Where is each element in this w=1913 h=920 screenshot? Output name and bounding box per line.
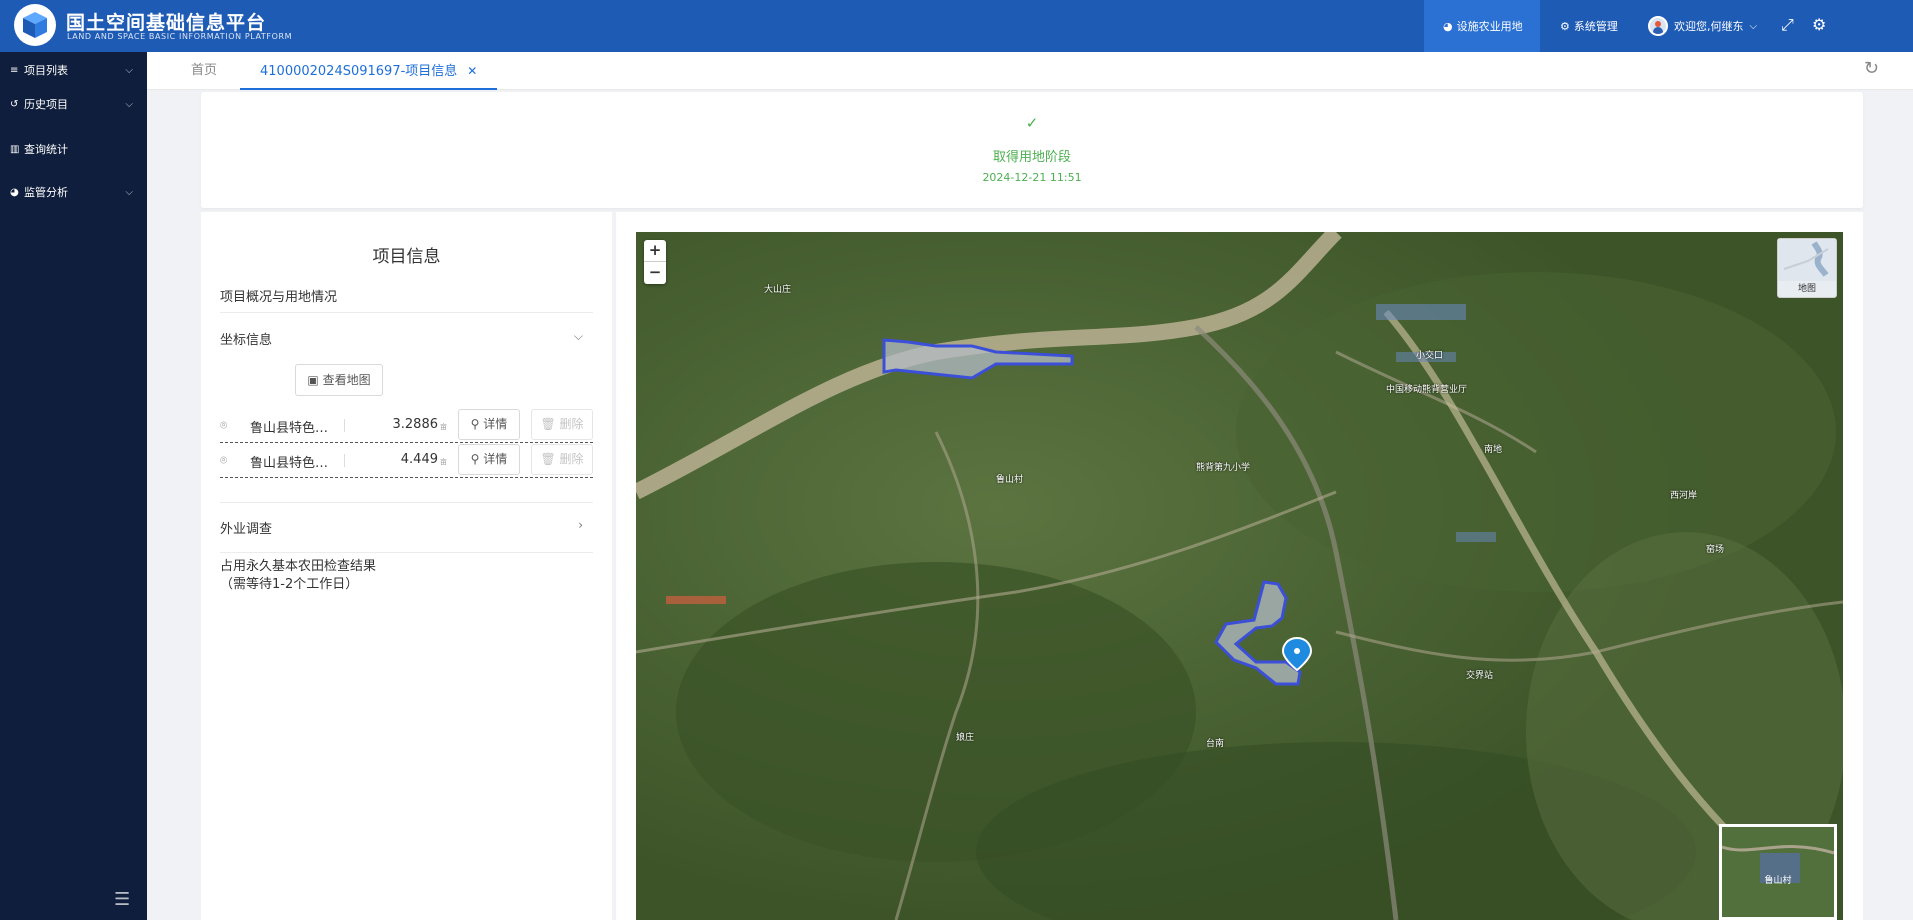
panel-title: 项目信息 <box>372 247 441 267</box>
trash-icon: 🗑 <box>540 452 556 466</box>
map-place-label: 西河岸 <box>1670 491 1698 501</box>
list-icon: ≡ <box>10 64 19 76</box>
bar-chart-icon: ▥ <box>10 143 20 155</box>
divider <box>344 419 345 432</box>
search-icon: ⚲ <box>470 452 480 466</box>
map-place-label: 窑场 <box>1706 545 1725 555</box>
basemap-switcher[interactable]: 地图 <box>1777 238 1837 298</box>
map-place-label: 小交口 <box>1416 351 1444 361</box>
area-unit: 亩 <box>440 423 447 431</box>
map-place-label: 台南 <box>1206 739 1225 749</box>
detail-button[interactable]: ⚲ 详情 <box>458 409 520 440</box>
map-imagery <box>636 232 1843 920</box>
view-map-button[interactable]: ▣ 查看地图 <box>295 364 383 396</box>
avatar <box>1648 16 1668 36</box>
divider <box>220 502 593 503</box>
sidebar-item-project-list[interactable]: ≡ 项目列表 ⌵ <box>10 62 137 78</box>
overview-imagery <box>1721 827 1835 917</box>
tab-project-info[interactable]: 4100002024S091697-项目信息 ✕ <box>240 52 498 90</box>
zoom-in-button[interactable]: + <box>644 240 666 262</box>
detail-button[interactable]: ⚲ 详情 <box>458 444 520 475</box>
field-survey-section[interactable]: 外业调查 › <box>220 518 593 537</box>
nav-system-management[interactable]: ⚙ 系统管理 <box>1560 18 1618 34</box>
chevron-down-icon: ⌵ <box>125 98 133 110</box>
stage-panel: ✓ 取得用地阶段 2024-12-21 11:51 <box>201 92 1863 208</box>
basemap-label: 地图 <box>1797 284 1816 294</box>
settings-gears-icon[interactable]: ⚙ <box>1812 15 1826 34</box>
basemap-thumbnail <box>1778 239 1836 281</box>
trash-icon: 🗑 <box>540 417 556 431</box>
project-info-panel: 项目信息 项目概况与用地情况 坐标信息 ⌵ ▣ 查看地图 ⌾ 鲁山县特色… 3.… <box>201 212 612 920</box>
farmland-check-result: 占用永久基本农田检查结果 （需等待1-2个工作日） <box>220 559 377 592</box>
image-icon: ▣ <box>307 373 319 387</box>
pie-chart-icon: ◕ <box>10 186 19 198</box>
map-place-label: 鲁山村 <box>996 475 1024 485</box>
tab-home[interactable]: 首页 <box>191 52 217 90</box>
divider <box>220 312 593 313</box>
pie-chart-icon: ◕ <box>1443 19 1453 33</box>
chevron-down-icon: ⌵ <box>573 329 583 343</box>
search-icon: ⚲ <box>470 417 480 431</box>
location-pin-icon: ⌾ <box>220 418 228 432</box>
sidebar: ≡ 项目列表 ⌵ ↺ 历史项目 ⌵ ▥ 查询统计 ◕ 监管分析 ⌵ ☰ <box>0 52 147 920</box>
coord-name: 鲁山县特色… <box>250 421 329 436</box>
platform-title: 国土空间基础信息平台 <box>66 12 267 34</box>
sidebar-item-query-stats[interactable]: ▥ 查询统计 <box>10 141 137 157</box>
chevron-down-icon: ⌵ <box>1749 20 1758 32</box>
divider <box>220 552 593 553</box>
chevron-down-icon: ⌵ <box>125 64 133 76</box>
map-place-label: 中国移动熊背营业厅 <box>1386 385 1468 395</box>
zoom-out-button[interactable]: − <box>644 262 666 284</box>
overview-label: 鲁山村 <box>1764 876 1792 886</box>
coord-section-header[interactable]: 坐标信息 ⌵ <box>220 329 593 348</box>
sidebar-item-supervision[interactable]: ◕ 监管分析 ⌵ <box>10 184 137 200</box>
overview-section[interactable]: 项目概况与用地情况 <box>220 286 593 305</box>
fullscreen-icon[interactable]: ⤢ <box>1781 15 1794 35</box>
sidebar-collapse-icon[interactable]: ☰ <box>114 889 130 910</box>
area-unit: 亩 <box>440 458 447 466</box>
map-place-label: 娘庄 <box>956 733 975 743</box>
chevron-right-icon: › <box>578 518 583 532</box>
tab-bar: 首页 4100002024S091697-项目信息 ✕ ↻ <box>147 52 1913 90</box>
stage-name: 取得用地阶段 <box>992 150 1071 165</box>
platform-subtitle: LAND AND SPACE BASIC INFORMATION PLATFOR… <box>67 32 293 41</box>
map-place-label: 大山庄 <box>764 285 792 295</box>
user-menu[interactable]: 欢迎您,何继东 ⌵ <box>1648 16 1757 36</box>
stage-time: 2024-12-21 11:51 <box>982 171 1082 184</box>
close-icon[interactable]: ✕ <box>467 64 477 78</box>
divider <box>344 454 345 467</box>
coord-area: 3.2886 <box>392 417 439 432</box>
overview-map[interactable]: 鲁山村 <box>1719 824 1837 920</box>
nav-facility-agri-land-label[interactable]: ◕ 设施农业用地 <box>1443 18 1523 34</box>
coord-area: 4.449 <box>400 452 438 467</box>
sidebar-item-history-projects[interactable]: ↺ 历史项目 ⌵ <box>10 96 137 112</box>
chevron-down-icon: ⌵ <box>125 186 133 198</box>
map-place-label: 交界站 <box>1466 671 1494 681</box>
map-place-label: 南地 <box>1484 445 1503 455</box>
check-icon: ✓ <box>1025 114 1039 132</box>
coord-row: ⌾ 鲁山县特色… 4.449 亩 ⚲ 详情 🗑 删除 <box>220 443 593 478</box>
history-icon: ↺ <box>10 98 19 110</box>
top-header: 国土空间基础信息平台 LAND AND SPACE BASIC INFORMAT… <box>0 0 1913 52</box>
delete-button[interactable]: 🗑 删除 <box>531 444 593 475</box>
satellite-map[interactable]: 大山庄 小交口 中国移动熊背营业厅 熊背第九小学 南地 西河岸 窑场 交界站 台… <box>636 232 1843 920</box>
coord-name: 鲁山县特色… <box>250 456 329 471</box>
zoom-control: + − <box>644 240 666 284</box>
delete-button[interactable]: 🗑 删除 <box>531 409 593 440</box>
map-panel: 大山庄 小交口 中国移动熊背营业厅 熊背第九小学 南地 西河岸 窑场 交界站 台… <box>616 212 1863 920</box>
coord-row: ⌾ 鲁山县特色… 3.2886 亩 ⚲ 详情 🗑 删除 <box>220 408 593 443</box>
refresh-icon[interactable]: ↻ <box>1864 58 1879 79</box>
platform-logo <box>14 4 56 46</box>
location-pin-icon: ⌾ <box>220 453 228 467</box>
map-place-label: 熊背第九小学 <box>1196 463 1251 473</box>
gears-icon: ⚙ <box>1560 19 1570 33</box>
